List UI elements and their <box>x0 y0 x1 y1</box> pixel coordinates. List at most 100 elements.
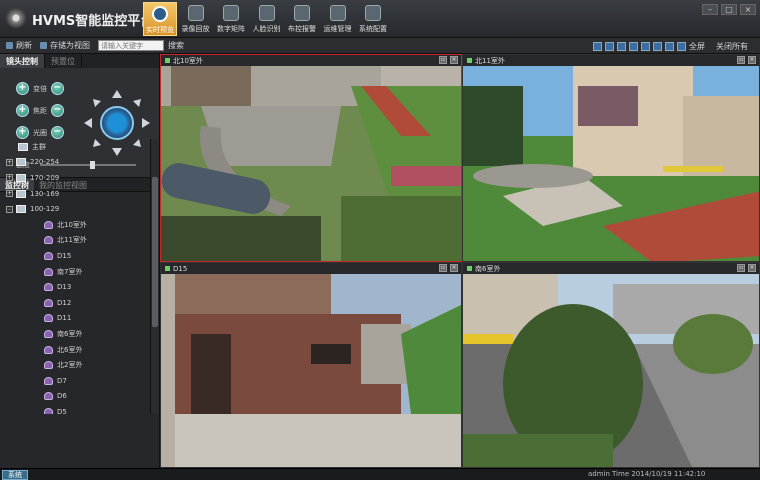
arrow-up-right-icon[interactable] <box>133 99 141 107</box>
video-pane[interactable]: 北10室外 ▫ × <box>160 54 462 262</box>
video-pane[interactable]: 南6室外 ▫ × <box>462 262 760 468</box>
tree-camera-item[interactable]: 北2室外 <box>0 357 150 373</box>
nav-label: 运维管理 <box>323 25 352 33</box>
tree-camera-item[interactable]: D5 <box>0 404 150 414</box>
expander-icon[interactable]: + <box>6 174 13 182</box>
tree-scroll-thumb[interactable] <box>152 177 158 327</box>
arrow-right-icon[interactable] <box>142 118 150 128</box>
layout-6-icon[interactable] <box>617 42 626 51</box>
tree-item-label: D11 <box>57 314 72 323</box>
nav-label: 系统配置 <box>359 25 387 33</box>
tree-camera-item[interactable]: D6 <box>0 389 150 405</box>
refresh-icon[interactable] <box>6 42 13 49</box>
tree-group-item[interactable]: 主群 <box>0 139 150 155</box>
focus-out-button[interactable]: − <box>51 104 64 117</box>
tree-camera-item[interactable]: 北11室外 <box>0 233 150 249</box>
iris-open-button[interactable]: + <box>16 126 29 139</box>
arrow-up-icon[interactable] <box>112 90 122 98</box>
tree-group-item[interactable]: - 100-129 <box>0 201 150 217</box>
tree-group-item[interactable]: +170-209 <box>0 170 150 186</box>
layout-16-icon[interactable] <box>653 42 662 51</box>
nav-item[interactable]: 录像回放 <box>179 2 213 36</box>
save-view-button[interactable]: 存储为视图 <box>50 40 90 51</box>
alarm-icon <box>294 5 310 21</box>
tree-camera-item[interactable]: D11 <box>0 311 150 327</box>
tree-camera-item[interactable]: 南7室外 <box>0 264 150 280</box>
nav-item[interactable]: 系统配置 <box>356 2 390 36</box>
iris-close-button[interactable]: − <box>51 126 64 139</box>
tree-group-item[interactable]: +130-169 <box>0 186 150 202</box>
search-button[interactable]: 搜索 <box>168 40 184 51</box>
snapshot-icon[interactable]: ▫ <box>737 56 745 64</box>
tree-item-label: D6 <box>57 392 67 401</box>
close-all-button[interactable]: 关闭所有 <box>716 41 748 52</box>
tree-camera-item[interactable]: D13 <box>0 279 150 295</box>
camera-icon <box>44 283 53 292</box>
nav-label: 实时预览 <box>146 26 174 34</box>
status-time: Time 2014/10/19 11:42:10 <box>612 470 706 478</box>
close-pane-icon[interactable]: × <box>748 56 756 64</box>
maximize-icon[interactable]: □ <box>721 4 737 15</box>
tree-item-label: 北6室外 <box>57 345 83 354</box>
tree-camera-item[interactable]: 南6室外 <box>0 326 150 342</box>
tree-camera-item[interactable]: D15 <box>0 248 150 264</box>
close-pane-icon[interactable]: × <box>748 264 756 272</box>
close-icon[interactable]: × <box>740 4 756 15</box>
video-pane[interactable]: D15 ▫ × <box>160 262 462 468</box>
layout-controls: 全屏 关闭所有 <box>593 41 756 52</box>
zoom-in-button[interactable]: + <box>16 82 29 95</box>
nav-item[interactable]: 运维管理 <box>321 2 355 36</box>
system-start-button[interactable]: 系统 <box>2 469 28 480</box>
nav-label: 数字矩阵 <box>217 25 245 33</box>
fullscreen-button[interactable]: 全屏 <box>689 41 705 52</box>
iris-row: + 光圈 − <box>16 126 64 139</box>
snapshot-icon[interactable]: ▫ <box>737 264 745 272</box>
expander-icon[interactable]: + <box>6 190 13 198</box>
layout-8-icon[interactable] <box>629 42 638 51</box>
face-icon <box>258 5 275 21</box>
tree-scrollbar[interactable] <box>150 139 159 414</box>
close-pane-icon[interactable]: × <box>450 264 458 272</box>
search-input[interactable] <box>98 40 164 51</box>
app-title: HVMS智能监控平台 <box>32 14 154 29</box>
expander-icon[interactable]: + <box>6 158 13 166</box>
camera-icon <box>44 361 53 370</box>
refresh-button[interactable]: 刷新 <box>16 40 32 51</box>
nav-item[interactable]: 实时预览 <box>143 2 177 36</box>
tree-camera-item[interactable]: 北10室外 <box>0 217 150 233</box>
pane-header: 北11室外 ▫ × <box>463 55 759 66</box>
tree-camera-item[interactable]: D7 <box>0 373 150 389</box>
zoom-row: + 变倍 − <box>16 82 64 95</box>
tree-item-label: 北10室外 <box>57 220 87 229</box>
tree-item-label: 北2室外 <box>57 361 83 370</box>
tree-item-label: 130-169 <box>30 189 60 198</box>
zoom-out-button[interactable]: − <box>51 82 64 95</box>
expander-icon[interactable]: - <box>6 205 13 213</box>
tab-lens-control[interactable]: 镜头控制 <box>0 54 45 68</box>
nav-item[interactable]: 布控报警 <box>285 2 319 36</box>
nav-item[interactable]: 人脸识别 <box>250 2 284 36</box>
save-view-icon[interactable] <box>40 42 47 49</box>
arrow-left-icon[interactable] <box>84 118 92 128</box>
layout-1-icon[interactable] <box>593 42 602 51</box>
layout-4-icon[interactable] <box>605 42 614 51</box>
video-pane[interactable]: 北11室外 ▫ × <box>462 54 760 262</box>
minimize-icon[interactable]: – <box>702 4 718 15</box>
fullscreen-icon[interactable] <box>677 42 686 51</box>
auto-scan-button[interactable] <box>100 106 134 140</box>
close-pane-icon[interactable]: × <box>450 56 458 64</box>
layout-9-icon[interactable] <box>641 42 650 51</box>
tree-item-label: 100-129 <box>30 205 60 214</box>
tree-camera-item[interactable]: D12 <box>0 295 150 311</box>
tree-item-label: 170-209 <box>30 173 60 182</box>
snapshot-icon[interactable]: ▫ <box>439 56 447 64</box>
layout-25-icon[interactable] <box>665 42 674 51</box>
tree-item-label: 南7室外 <box>57 267 83 276</box>
nav-item[interactable]: 数字矩阵 <box>214 2 248 36</box>
arrow-up-left-icon[interactable] <box>93 99 101 107</box>
focus-in-button[interactable]: + <box>16 104 29 117</box>
tree-group-item[interactable]: +220-254 <box>0 155 150 171</box>
snapshot-icon[interactable]: ▫ <box>439 264 447 272</box>
tree-camera-item[interactable]: 北6室外 <box>0 342 150 358</box>
tab-preset[interactable]: 预置位 <box>45 54 82 68</box>
